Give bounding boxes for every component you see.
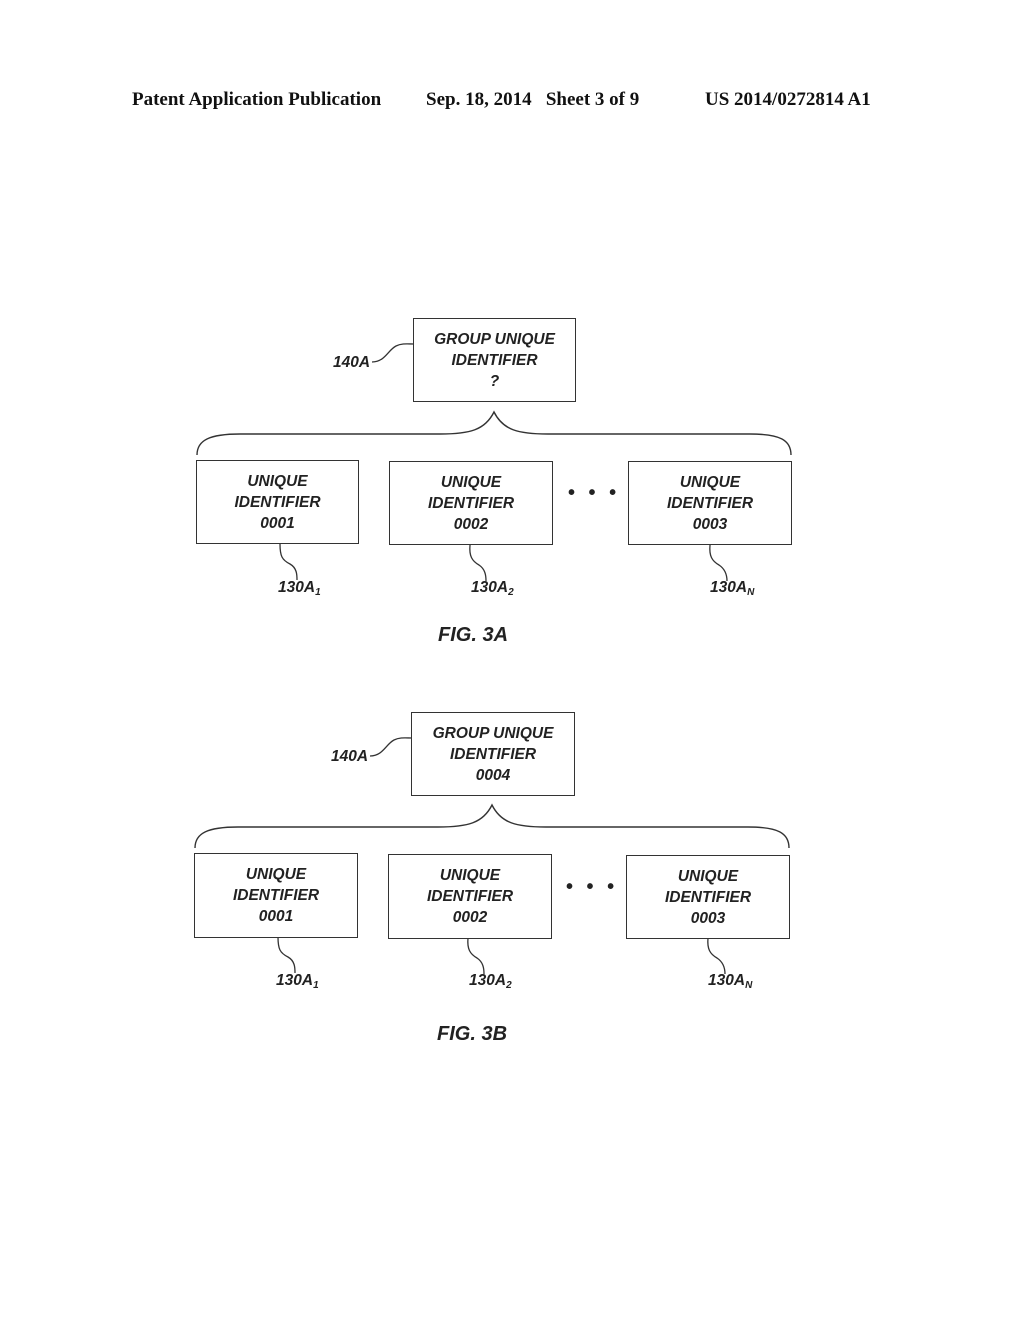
box-line: 0002	[453, 515, 489, 533]
leader-line-130A2-fig3b	[467, 937, 485, 975]
group-unique-identifier-box: GROUP UNIQUE IDENTIFIER ?	[413, 318, 576, 402]
box-line: IDENTIFIER	[664, 888, 752, 906]
leader-line-140A-fig3b	[369, 737, 413, 757]
unique-identifier-box-2: UNIQUE IDENTIFIER 0002	[388, 854, 552, 939]
unique-identifier-box-n: UNIQUE IDENTIFIER 0003	[628, 461, 792, 545]
ref-label-140A: 140A	[331, 748, 369, 765]
box-line: 0003	[692, 515, 728, 533]
box-line: 0004	[475, 766, 511, 784]
box-line: 0002	[452, 909, 488, 926]
figure-caption: FIG. 3A	[438, 624, 509, 646]
box-line: IDENTIFIER	[449, 745, 537, 763]
box-line: ?	[489, 372, 500, 390]
box-line: IDENTIFIER	[232, 887, 320, 904]
ref-label-130A2: 130A2	[471, 579, 514, 598]
leader-line-130AN-fig3a	[709, 544, 728, 582]
box-line: 0001	[258, 908, 294, 925]
box-line: UNIQUE	[679, 473, 741, 491]
ref-label-130A2: 130A2	[469, 972, 512, 991]
box-line: IDENTIFIER	[234, 493, 321, 511]
box-line: UNIQUE	[440, 473, 502, 491]
unique-identifier-box-1: UNIQUE IDENTIFIER 0001	[194, 853, 358, 938]
leader-line-130AN-fig3b	[707, 937, 726, 975]
ref-label-130A1: 130A1	[278, 579, 321, 598]
box-line: 0001	[260, 514, 295, 532]
figure-caption: FIG. 3B	[437, 1023, 508, 1045]
box-line: IDENTIFIER	[426, 888, 514, 905]
box-line: GROUP UNIQUE	[434, 330, 555, 348]
box-line: UNIQUE	[245, 866, 307, 883]
leader-line-130A1-fig3b	[277, 936, 296, 974]
ref-label-130AN: 130AN	[710, 579, 755, 598]
unique-identifier-box-1: UNIQUE IDENTIFIER 0001	[196, 460, 359, 544]
box-line: UNIQUE	[439, 867, 501, 884]
ref-label-140A: 140A	[333, 354, 371, 371]
brace-fig3a	[196, 410, 792, 456]
ref-label-130AN: 130AN	[708, 972, 753, 991]
group-unique-identifier-box: GROUP UNIQUE IDENTIFIER 0004	[411, 712, 575, 796]
ref-label-130A1: 130A1	[276, 972, 319, 991]
box-line: GROUP UNIQUE	[432, 724, 554, 742]
ellipsis: • • •	[568, 482, 621, 504]
leader-line-140A-fig3a	[371, 343, 415, 363]
unique-identifier-box-n: UNIQUE IDENTIFIER 0003	[626, 855, 790, 939]
connector-lines	[194, 343, 792, 975]
box-line: UNIQUE	[677, 867, 739, 885]
leader-line-130A2-fig3a	[469, 544, 487, 582]
ellipsis: • • •	[566, 876, 619, 898]
box-line: IDENTIFIER	[427, 494, 515, 512]
box-line: 0003	[690, 909, 726, 927]
box-line: IDENTIFIER	[451, 351, 538, 369]
box-line: IDENTIFIER	[666, 494, 754, 512]
unique-identifier-box-2: UNIQUE IDENTIFIER 0002	[389, 461, 553, 545]
leader-line-130A1-fig3a	[279, 543, 298, 581]
box-line: UNIQUE	[247, 472, 308, 490]
brace-fig3b	[194, 803, 790, 849]
